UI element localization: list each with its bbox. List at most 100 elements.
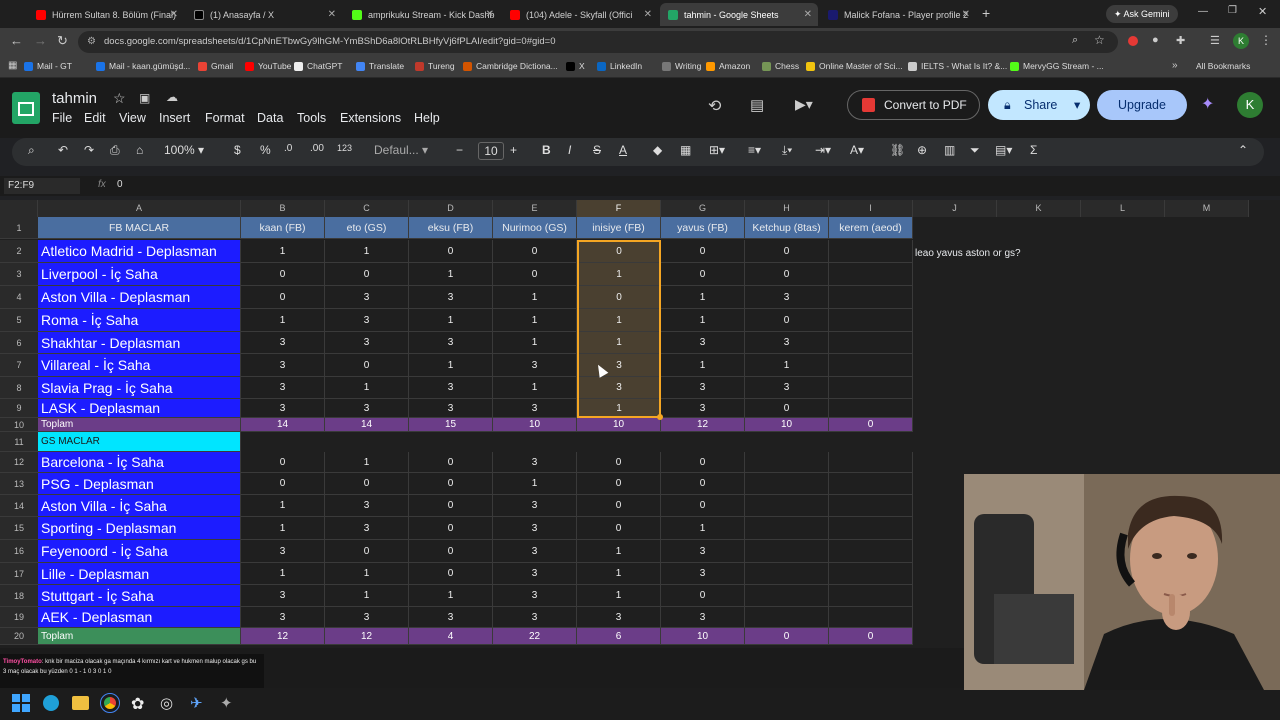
table-cell[interactable]: 1 bbox=[409, 354, 493, 377]
text-rotation-icon[interactable]: A▾ bbox=[850, 143, 864, 157]
table-cell[interactable]: 3 bbox=[745, 332, 829, 354]
table-cell[interactable]: eto (GS) bbox=[325, 217, 409, 239]
tab-fofana[interactable]: Malick Fofana - Player profile 2 ✕ bbox=[820, 3, 976, 26]
table-cell[interactable]: 3 bbox=[661, 540, 745, 563]
name-box[interactable]: F2:F9 bbox=[4, 178, 80, 194]
table-cell[interactable] bbox=[829, 263, 913, 286]
row-header[interactable]: 19 bbox=[0, 607, 38, 628]
file-explorer-icon[interactable] bbox=[72, 696, 89, 710]
table-cell[interactable]: 1 bbox=[241, 495, 325, 517]
app-icon[interactable]: ✦ bbox=[220, 694, 233, 712]
table-cell[interactable]: 3 bbox=[241, 399, 325, 418]
back-icon[interactable]: ← bbox=[10, 33, 23, 48]
row-header[interactable]: 10 bbox=[0, 418, 38, 432]
bookmark-item[interactable]: Amazon bbox=[706, 61, 750, 71]
table-cell[interactable]: 1 bbox=[241, 309, 325, 332]
table-cell[interactable]: 1 bbox=[577, 263, 661, 286]
table-cell[interactable] bbox=[745, 473, 829, 495]
close-icon[interactable]: ✕ bbox=[170, 9, 178, 20]
table-cell[interactable] bbox=[829, 540, 913, 563]
undo-icon[interactable]: ↶ bbox=[58, 143, 68, 157]
fill-handle[interactable] bbox=[657, 414, 663, 420]
table-cell[interactable] bbox=[829, 607, 913, 628]
text-wrapping-icon[interactable]: ⇥▾ bbox=[815, 143, 831, 157]
table-cell[interactable] bbox=[745, 585, 829, 607]
table-cell[interactable] bbox=[829, 452, 913, 473]
table-cell[interactable]: 1 bbox=[577, 309, 661, 332]
table-cell[interactable]: kerem (aeod) bbox=[829, 217, 913, 239]
chevron-right-icon[interactable]: » bbox=[1172, 60, 1178, 71]
redo-icon[interactable]: ↷ bbox=[84, 143, 94, 157]
table-cell[interactable]: 3 bbox=[493, 495, 577, 517]
table-cell[interactable]: 10 bbox=[745, 418, 829, 432]
table-cell[interactable]: 1 bbox=[493, 309, 577, 332]
upgrade-button[interactable]: Upgrade bbox=[1097, 90, 1187, 120]
formula-input[interactable]: 0 bbox=[117, 179, 123, 190]
table-cell[interactable]: 0 bbox=[409, 240, 493, 263]
paint-format-icon[interactable]: ⌂ bbox=[136, 143, 143, 157]
steam-icon[interactable]: ✈ bbox=[190, 694, 203, 712]
browser-menu-icon[interactable]: ⋮ bbox=[1260, 33, 1272, 47]
menu-insert[interactable]: Insert bbox=[159, 111, 190, 125]
table-cell[interactable]: 1 bbox=[493, 286, 577, 309]
row-header[interactable]: 13 bbox=[0, 473, 38, 495]
bookmark-item[interactable]: ChatGPT bbox=[294, 61, 342, 71]
extensions-puzzle-icon[interactable]: ✚ bbox=[1176, 34, 1185, 47]
table-cell[interactable]: 1 bbox=[241, 240, 325, 263]
chrome-icon[interactable] bbox=[100, 693, 120, 713]
table-cell[interactable]: 1 bbox=[325, 585, 409, 607]
row-header[interactable]: 2 bbox=[0, 240, 38, 263]
table-cell[interactable] bbox=[745, 495, 829, 517]
table-cell[interactable]: 0 bbox=[745, 628, 829, 645]
table-cell[interactable]: 0 bbox=[241, 263, 325, 286]
table-cell[interactable]: 0 bbox=[661, 473, 745, 495]
table-cell[interactable]: 0 bbox=[577, 473, 661, 495]
table-cell[interactable]: 1 bbox=[325, 377, 409, 399]
table-cell[interactable]: 3 bbox=[493, 585, 577, 607]
table-cell[interactable]: 0 bbox=[409, 563, 493, 585]
table-cell[interactable]: 0 bbox=[745, 263, 829, 286]
table-cell[interactable]: 10 bbox=[577, 418, 661, 432]
borders-icon[interactable]: ▦ bbox=[680, 143, 691, 157]
bookmark-item[interactable]: Online Master of Sci... bbox=[806, 61, 903, 71]
table-cell[interactable]: inisiye (FB) bbox=[577, 217, 661, 239]
table-cell[interactable]: 0 bbox=[493, 263, 577, 286]
table-cell[interactable]: 3 bbox=[409, 399, 493, 418]
column-header[interactable]: C bbox=[325, 200, 409, 217]
table-cell[interactable] bbox=[829, 309, 913, 332]
table-cell[interactable] bbox=[745, 563, 829, 585]
table-cell[interactable]: Liverpool - İç Saha bbox=[38, 263, 241, 286]
zoom-icon[interactable]: ⌕ bbox=[1072, 34, 1078, 47]
table-cell[interactable] bbox=[829, 286, 913, 309]
table-cell[interactable]: 0 bbox=[325, 473, 409, 495]
table-cell[interactable]: 0 bbox=[661, 585, 745, 607]
column-header[interactable]: K bbox=[997, 200, 1081, 217]
bookmark-item[interactable]: Mail - kaan.gümüşd... bbox=[96, 61, 190, 71]
table-cell[interactable]: 12 bbox=[661, 418, 745, 432]
table-cell[interactable]: 3 bbox=[577, 354, 661, 377]
row-header[interactable]: 5 bbox=[0, 309, 38, 332]
column-header[interactable]: E bbox=[493, 200, 577, 217]
close-icon[interactable]: ✕ bbox=[804, 9, 812, 20]
table-cell[interactable]: 14 bbox=[325, 418, 409, 432]
table-cell[interactable]: 1 bbox=[577, 585, 661, 607]
table-cell[interactable]: 3 bbox=[493, 399, 577, 418]
table-cell[interactable]: 3 bbox=[241, 354, 325, 377]
account-avatar[interactable]: K bbox=[1237, 92, 1263, 118]
bookmark-item[interactable]: IELTS - What Is It? &... bbox=[908, 61, 1007, 71]
row-header[interactable]: 16 bbox=[0, 540, 38, 563]
tab-kick[interactable]: amprikuku Stream - Kick Dashb ✕ bbox=[344, 3, 500, 26]
row-header[interactable]: 7 bbox=[0, 354, 38, 377]
menu-format[interactable]: Format bbox=[205, 111, 245, 125]
row-header[interactable]: 20 bbox=[0, 628, 38, 645]
chevron-down-icon[interactable]: ▾ bbox=[1074, 90, 1080, 120]
table-cell[interactable]: 3 bbox=[409, 286, 493, 309]
table-cell[interactable]: 15 bbox=[409, 418, 493, 432]
row-header[interactable]: 3 bbox=[0, 263, 38, 286]
row-header[interactable]: 12 bbox=[0, 452, 38, 473]
site-info-icon[interactable]: ⚙ bbox=[87, 31, 96, 53]
table-cell[interactable]: 10 bbox=[493, 418, 577, 432]
table-cell[interactable]: 3 bbox=[661, 377, 745, 399]
filter-icon[interactable]: ⏷ bbox=[970, 143, 980, 158]
reload-icon[interactable]: ↻ bbox=[57, 33, 68, 49]
